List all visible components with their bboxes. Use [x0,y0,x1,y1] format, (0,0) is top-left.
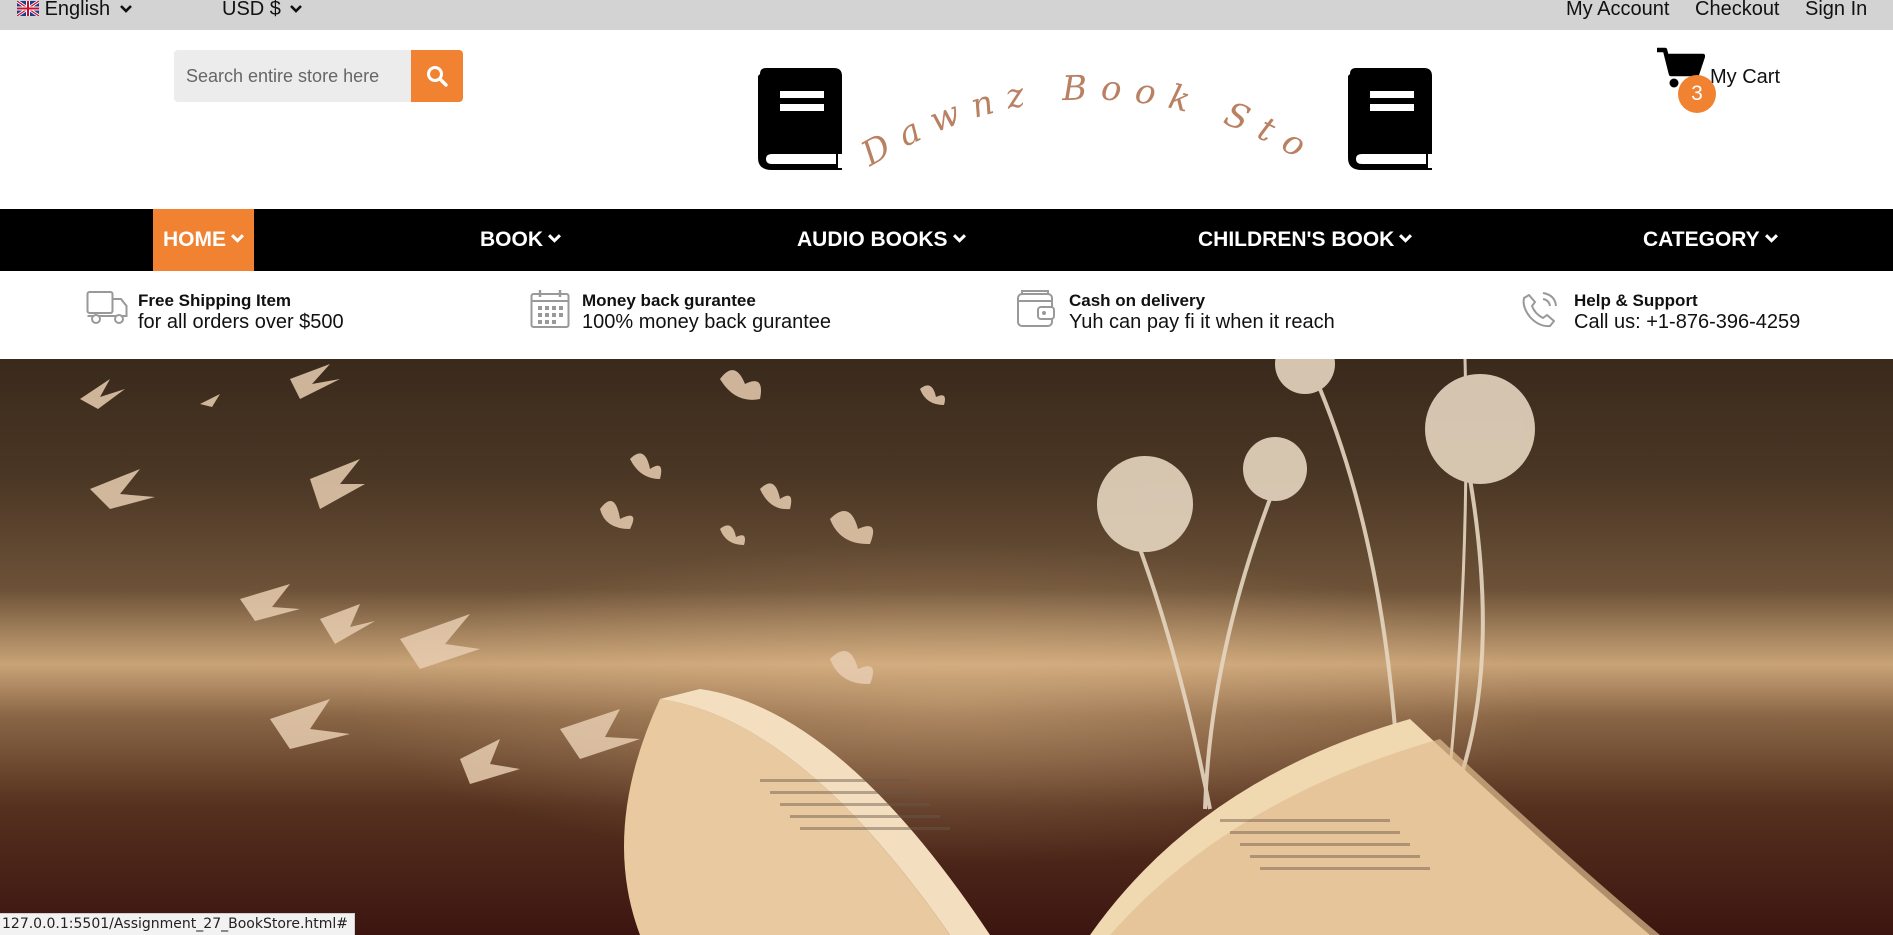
language-selector[interactable]: English [17,0,132,30]
phone-icon [1522,292,1557,328]
feature-title: Money back gurantee [582,291,756,310]
book-icon-right [1348,68,1432,170]
top-bar: English USD $ My Account Checkout Sign I… [0,0,1893,30]
truck-icon [86,291,128,324]
feature-subtitle: Yuh can pay fi it when it reach [1069,311,1335,333]
feature-subtitle: for all orders over $500 [138,311,344,333]
chevron-down-icon [119,5,132,13]
chevron-down-icon [952,234,966,243]
cart-label: My Cart [1710,66,1780,88]
nav-item-home[interactable]: HOME [153,209,254,271]
currency-label: USD $ [222,0,281,20]
my-account-link[interactable]: My Account [1566,0,1669,30]
store-logo[interactable]: Dawnz Book Store [735,31,1438,182]
chevron-down-icon [1764,234,1778,243]
chevron-down-icon [231,234,244,243]
cart-count-badge: 3 [1678,75,1716,113]
nav-item-label: CHILDREN'S BOOK [1198,228,1395,251]
nav-item-label: HOME [163,228,226,251]
hero-paper-flowers-decor [1097,359,1535,810]
currency-selector[interactable]: USD $ [222,0,303,30]
wallet-icon [1017,290,1055,327]
status-bar-url: 127.0.0.1:5501/Assignment_27_BookStore.h… [0,913,356,935]
feature-title: Free Shipping Item [138,291,292,310]
search-input[interactable] [174,50,411,102]
feature-subtitle: 100% money back gurantee [582,311,832,333]
calendar-icon [530,290,570,328]
cart[interactable]: My Cart 3 [1655,46,1805,116]
feature-subtitle: Call us: +1-876-396-4259 [1574,311,1801,333]
search-icon [427,66,448,87]
uk-flag-icon [17,1,39,16]
language-label: English [44,0,111,20]
chevron-down-icon [1399,234,1413,243]
main-nav: HOME BOOK AUDIO BOOKS CHILDREN'S BOOK CA… [0,209,1893,271]
search-button[interactable] [411,50,463,102]
nav-item-label: AUDIO BOOKS [797,228,948,251]
sign-in-link[interactable]: Sign In [1805,0,1867,30]
hero-open-book [624,689,1660,935]
nav-item-category[interactable]: CATEGORY [1643,209,1778,271]
chevron-down-icon [290,5,303,13]
features-strip: Free Shipping Item for all orders over $… [0,271,1893,359]
hero-banner-image [0,359,1893,935]
nav-item-childrens-book[interactable]: CHILDREN'S BOOK [1198,209,1413,271]
nav-item-label: CATEGORY [1643,228,1760,251]
checkout-link[interactable]: Checkout [1695,0,1780,30]
hero-bird-butterfly-decor [80,364,945,784]
nav-item-book[interactable]: BOOK [480,209,561,271]
feature-title: Help & Support [1574,291,1698,310]
nav-item-audio-books[interactable]: AUDIO BOOKS [797,209,966,271]
book-icon-left [758,68,842,170]
feature-title: Cash on delivery [1069,291,1206,310]
nav-item-label: BOOK [480,228,543,251]
search-box [174,50,411,102]
chevron-down-icon [548,234,561,243]
